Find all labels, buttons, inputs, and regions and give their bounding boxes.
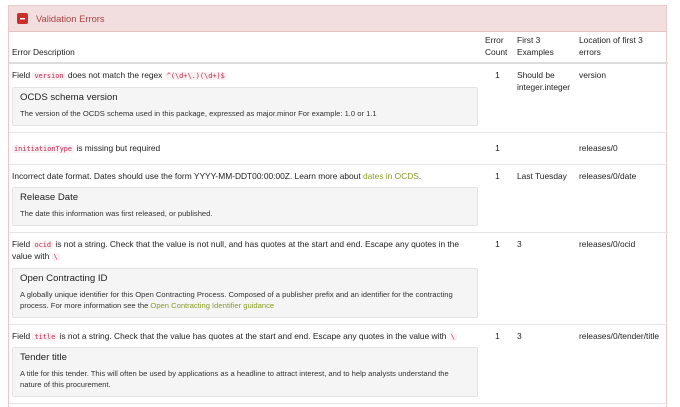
error-examples: 3 xyxy=(514,232,576,325)
escape-code: \ xyxy=(448,332,457,341)
table-row: Incorrect date format. Dates should use … xyxy=(9,164,668,233)
field-info-well: Tender title A title for this tender. Th… xyxy=(12,347,478,397)
field-code: title xyxy=(32,332,58,341)
error-examples xyxy=(514,132,576,165)
header-count: Error Count xyxy=(482,32,514,64)
field-code: version xyxy=(32,72,66,80)
field-description: A globally unique identifier for this Op… xyxy=(20,289,453,310)
panel-heading[interactable]: Validation Errors xyxy=(9,6,666,32)
field-title: OCDS schema version xyxy=(20,91,118,103)
header-location: Location of first 3 errors xyxy=(576,32,668,64)
table-row: Field title is not a string. Check that … xyxy=(9,324,668,404)
dates-in-ocds-link[interactable]: dates in OCDS xyxy=(363,171,419,181)
error-count: 1 xyxy=(482,63,514,133)
error-count: 1 xyxy=(482,164,514,233)
field-description: A title for this tender. This will often… xyxy=(20,369,449,389)
field-description: The date this information was first rele… xyxy=(20,208,213,218)
error-location: version xyxy=(576,63,668,133)
error-message: Field title is not a string. Check that … xyxy=(12,330,457,341)
header-examples: First 3 Examples xyxy=(514,32,576,64)
field-info-well: Open Contracting ID A globally unique id… xyxy=(12,267,478,318)
error-location: releases/0/ocid xyxy=(576,232,668,325)
errors-table: Error Description Error Count First 3 Ex… xyxy=(9,32,668,404)
error-message: Incorrect date format. Dates should use … xyxy=(12,171,422,181)
error-examples: Last Tuesday xyxy=(514,164,576,233)
field-code: ocid xyxy=(32,240,54,249)
table-row: Field ocid is not a string. Check that t… xyxy=(9,232,668,325)
error-examples: Should be integer.integer xyxy=(514,63,576,133)
error-description-cell: Field ocid is not a string. Check that t… xyxy=(9,232,482,325)
error-message: Field ocid is not a string. Check that t… xyxy=(12,238,460,261)
error-count: 1 xyxy=(482,232,514,325)
error-location: releases/0 xyxy=(576,132,668,165)
error-count: 1 xyxy=(482,324,514,404)
header-description: Error Description xyxy=(9,32,482,64)
field-title: Tender title xyxy=(20,352,67,363)
minus-square-icon[interactable] xyxy=(17,13,28,24)
panel-title: Validation Errors xyxy=(36,13,105,24)
error-message: Field version does not match the regex ^… xyxy=(12,70,227,80)
error-count: 1 xyxy=(482,132,514,165)
error-description-cell: Incorrect date format. Dates should use … xyxy=(9,164,482,233)
table-header-row: Error Description Error Count First 3 Ex… xyxy=(9,32,668,64)
field-description: The version of the OCDS schema used in t… xyxy=(20,108,377,118)
field-info-well: OCDS schema version The version of the O… xyxy=(12,86,478,126)
field-info-well: Release Date The date this information w… xyxy=(12,186,478,226)
table-row: initiationType is missing but required 1… xyxy=(9,132,668,165)
table-row: Field version does not match the regex ^… xyxy=(9,63,668,133)
field-code: initiationType xyxy=(12,144,75,153)
error-description-cell: Field title is not a string. Check that … xyxy=(9,324,482,404)
error-message: initiationType is missing but required xyxy=(12,142,161,153)
escape-code: \ xyxy=(51,253,60,261)
regex-code: ^(\d+\.)(\d+)$ xyxy=(164,72,227,80)
field-title: Open Contracting ID xyxy=(20,272,108,284)
validation-errors-panel: Validation Errors Error Description Erro… xyxy=(8,5,668,407)
error-examples: 3 xyxy=(514,324,576,404)
error-location: releases/0/date xyxy=(576,164,668,233)
error-description-cell: Field version does not match the regex ^… xyxy=(9,63,482,133)
identifier-guidance-link[interactable]: Open Contracting Identifier guidance xyxy=(150,301,274,310)
error-description-cell: initiationType is missing but required xyxy=(9,132,482,165)
field-title: Release Date xyxy=(20,191,79,203)
error-location: releases/0/tender/title xyxy=(576,324,668,404)
